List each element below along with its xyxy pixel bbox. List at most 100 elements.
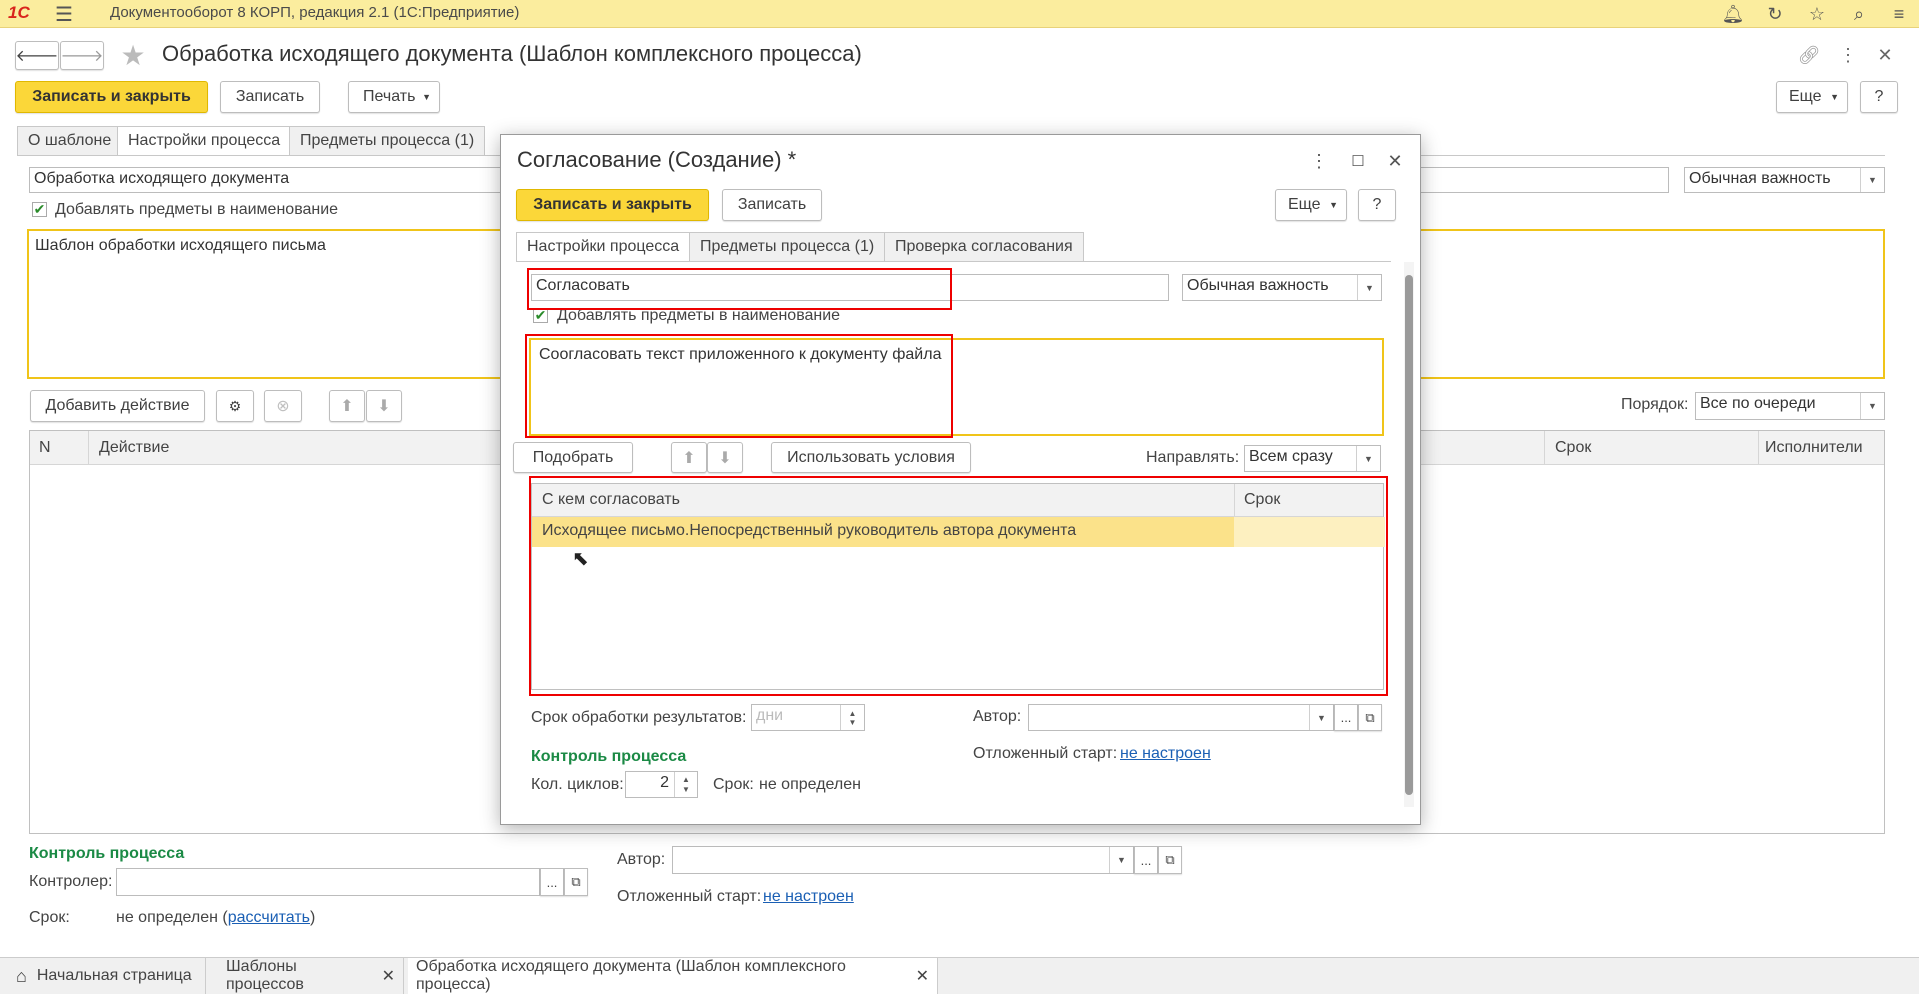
close-icon[interactable]: ✕ xyxy=(1874,42,1896,68)
add-subjects-checkbox[interactable]: ✔ xyxy=(32,202,47,217)
calculate-link[interactable]: рассчитать xyxy=(228,909,310,926)
dialog-more-button[interactable]: Еще ▼ xyxy=(1275,189,1347,221)
dialog-add-subjects-label: Добавлять предметы в наименование xyxy=(557,307,841,324)
arrow-down-icon[interactable]: ⬇ xyxy=(366,390,402,422)
history-icon[interactable]: ↻ xyxy=(1762,1,1788,27)
chevron-down-icon: ▼ xyxy=(1860,168,1884,192)
dialog-importance-select[interactable]: Обычная важность ▼ xyxy=(1182,274,1382,301)
menu-lines-icon[interactable]: ≡ xyxy=(1886,1,1912,27)
close-icon[interactable]: ✕ xyxy=(916,966,929,986)
chevron-down-icon: ▼ xyxy=(1357,275,1381,300)
taskbar-tab-current[interactable]: Обработка исходящего документа (Шаблон к… xyxy=(408,958,938,994)
help-button[interactable]: ? xyxy=(1860,81,1898,113)
taskbar-tab-templates[interactable]: Шаблоны процессов ✕ xyxy=(218,958,404,994)
dialog-author-field[interactable]: ▼ xyxy=(1028,704,1334,731)
page-title: Обработка исходящего документа (Шаблон к… xyxy=(162,41,862,66)
settings-icon[interactable]: ⚙ xyxy=(216,390,254,422)
menu-icon[interactable]: ☰ xyxy=(52,1,76,27)
use-conditions-button[interactable]: Использовать условия xyxy=(771,442,971,473)
dialog-author-label: Автор: xyxy=(973,708,1022,725)
more-vertical-icon[interactable]: ⋮ xyxy=(1309,149,1329,173)
scrollbar-thumb[interactable] xyxy=(1405,275,1413,795)
chevron-down-icon: ▼ xyxy=(1356,446,1380,471)
taskbar-tab-home[interactable]: ⌂ Начальная страница xyxy=(8,958,206,994)
close-icon[interactable]: ✕ xyxy=(382,966,395,986)
tab-process-subjects[interactable]: Предметы процесса (1) xyxy=(289,126,486,155)
spinner-icon[interactable]: ▲ ▼ xyxy=(840,705,864,730)
star-icon[interactable]: ☆ xyxy=(1804,1,1830,27)
dialog-term-value: не определен xyxy=(759,776,861,793)
controller-field[interactable] xyxy=(116,868,540,896)
dialog-add-subjects-checkbox[interactable]: ✔ xyxy=(533,308,548,323)
ellipsis-button[interactable]: ... xyxy=(540,868,564,896)
dialog-name-field[interactable]: Согласовать xyxy=(531,274,1169,301)
dialog-save-close-button[interactable]: Записать и закрыть xyxy=(516,189,709,221)
dialog-tab-approval-check[interactable]: Проверка согласования xyxy=(884,232,1084,261)
dialog-delayed-start-link[interactable]: не настроен xyxy=(1120,745,1211,763)
order-select[interactable]: Все по очереди ▼ xyxy=(1695,392,1885,420)
arrow-up-icon[interactable]: ⬆ xyxy=(671,442,707,473)
link-icon[interactable]: 🔗︎ xyxy=(1796,42,1822,68)
tab-process-settings[interactable]: Настройки процесса xyxy=(117,126,292,155)
save-close-button[interactable]: Записать и закрыть xyxy=(15,81,208,113)
templates-label: Шаблоны процессов xyxy=(226,958,304,993)
dialog-control-title: Контроль процесса xyxy=(531,748,687,765)
direct-value: Всем сразу xyxy=(1249,448,1333,465)
approvers-table[interactable]: С кем согласовать Срок Исходящее письмо.… xyxy=(531,483,1385,690)
open-icon[interactable]: ⧉ xyxy=(1358,704,1382,731)
close-icon[interactable]: ✕ xyxy=(1383,149,1407,173)
back-button[interactable]: 🡐 xyxy=(15,41,59,70)
author-field[interactable]: ▼ xyxy=(672,846,1134,874)
spinner-icon[interactable]: ▲ ▼ xyxy=(674,772,697,797)
processing-placeholder: дни xyxy=(756,707,784,724)
approval-dialog: Согласование (Создание) * ⋮ ☐ ✕ Записать… xyxy=(500,134,1421,825)
dialog-description-textarea[interactable]: Соогласовать текст приложенного к докуме… xyxy=(529,338,1384,436)
dialog-title: Согласование (Создание) * xyxy=(517,147,797,172)
save-button[interactable]: Записать xyxy=(220,81,320,113)
dialog-tab-process-settings[interactable]: Настройки процесса xyxy=(516,232,691,261)
cycles-label: Кол. циклов: xyxy=(531,776,624,793)
delayed-start-link[interactable]: не настроен xyxy=(763,888,854,906)
col-performers: Исполнители xyxy=(1765,439,1863,456)
ellipsis-button[interactable]: ... xyxy=(1134,846,1158,874)
chevron-down-icon: ▼ xyxy=(1860,393,1884,419)
control-title: Контроль процесса xyxy=(29,845,185,862)
direct-label: Направлять: xyxy=(1146,449,1240,466)
pick-button[interactable]: Подобрать xyxy=(513,442,633,473)
add-action-button[interactable]: Добавить действие xyxy=(30,390,205,422)
chevron-down-icon: ▼ xyxy=(1109,847,1133,873)
controller-label: Контролер: xyxy=(29,873,113,890)
search-icon[interactable]: ⌕ xyxy=(1846,1,1872,27)
mouse-cursor-icon: ⬉ xyxy=(572,548,589,570)
more-button[interactable]: Еще ▼ xyxy=(1776,81,1848,113)
importance-select[interactable]: Обычная важность ▼ xyxy=(1684,167,1885,193)
bell-icon[interactable]: 🔔︎ xyxy=(1720,1,1746,27)
favorite-star-icon[interactable]: ★ xyxy=(118,40,148,71)
arrow-up-icon[interactable]: ⬆ xyxy=(329,390,365,422)
delayed-start-label: Отложенный старт: xyxy=(617,888,762,905)
print-button[interactable]: Печать ▼ xyxy=(348,81,440,113)
col-n: N xyxy=(39,439,51,456)
maximize-icon[interactable]: ☐ xyxy=(1347,149,1369,173)
arrow-down-icon[interactable]: ⬇ xyxy=(707,442,743,473)
more-vertical-icon[interactable]: ⋮ xyxy=(1838,42,1858,68)
logo-1c: 1С xyxy=(8,3,30,22)
ellipsis-button[interactable]: ... xyxy=(1334,704,1358,731)
forward-button[interactable]: 🡒 xyxy=(60,41,104,70)
term-value: не определен (рассчитать) xyxy=(116,909,315,927)
dialog-tab-process-subjects[interactable]: Предметы процесса (1) xyxy=(689,232,886,261)
dialog-term-label: Срок: xyxy=(713,776,754,793)
table-row-term[interactable] xyxy=(1234,517,1385,547)
col-divider xyxy=(88,431,89,465)
tab-about-template[interactable]: О шаблоне xyxy=(17,126,123,155)
open-icon[interactable]: ⧉ xyxy=(564,868,588,896)
home-label: Начальная страница xyxy=(36,967,192,984)
direct-select[interactable]: Всем сразу ▼ xyxy=(1244,445,1381,472)
delete-icon[interactable]: ⊗ xyxy=(264,390,302,422)
app-title: Документооборот 8 КОРП, редакция 2.1 (1С… xyxy=(110,4,520,21)
dialog-help-button[interactable]: ? xyxy=(1358,189,1396,221)
col-term: Срок xyxy=(1555,439,1592,456)
processing-term-input[interactable]: дни ▲ ▼ xyxy=(751,704,865,731)
dialog-save-button[interactable]: Записать xyxy=(722,189,822,221)
open-icon[interactable]: ⧉ xyxy=(1158,846,1182,874)
